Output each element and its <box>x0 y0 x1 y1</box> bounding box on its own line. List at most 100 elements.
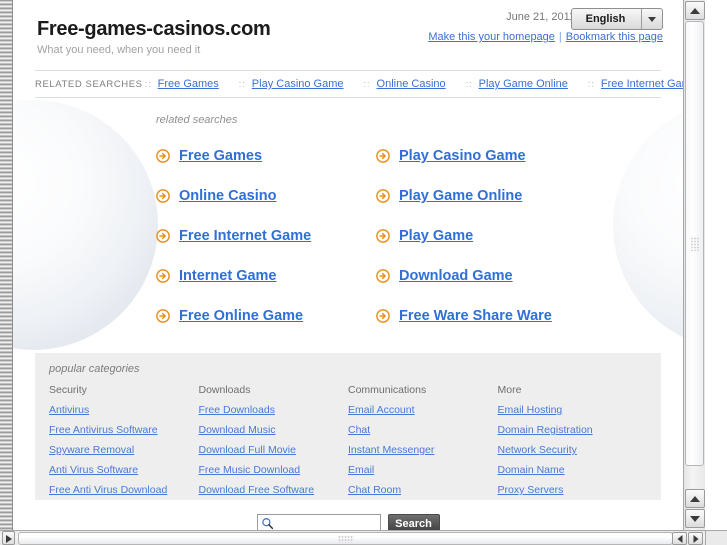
site-title: Free-games-casinos.com <box>37 18 271 40</box>
category-link[interactable]: Antivirus <box>49 404 199 416</box>
related-link-left-2[interactable]: Free Internet Game <box>179 228 311 244</box>
related-search-link-3[interactable]: Play Game Online <box>479 78 568 90</box>
header-links: Make this your homepage | Bookmark this pa… <box>428 31 663 43</box>
category-link[interactable]: Domain Registration <box>498 424 648 436</box>
language-select[interactable]: English <box>571 8 663 30</box>
category-link[interactable]: Network Security <box>498 444 648 456</box>
category-link[interactable]: Free Antivirus Software <box>49 424 199 436</box>
category-link[interactable]: Download Full Movie <box>199 444 349 456</box>
arrow-right-circle-icon <box>156 229 170 243</box>
scroll-up-button[interactable] <box>685 489 705 508</box>
browser-window: Free-games-casinos.com What you need, wh… <box>0 0 727 545</box>
main-links-section: related searches Free Games Online Casin… <box>13 108 683 353</box>
scrollbar-grip <box>337 535 354 542</box>
related-link-right-1[interactable]: Play Game Online <box>399 188 522 204</box>
related-link-row: Play Game <box>376 216 552 256</box>
scroll-up-button-top[interactable] <box>685 1 705 20</box>
category-link[interactable]: Email Account <box>348 404 498 416</box>
related-search-slot: :: Online Casino <box>362 78 450 90</box>
category-link[interactable]: Free Anti Virus Download <box>49 484 199 496</box>
vertical-scrollbar[interactable] <box>683 0 705 530</box>
make-homepage-link[interactable]: Make this your homepage <box>428 31 555 43</box>
scroll-left-button[interactable] <box>672 532 687 545</box>
separator-dots: :: <box>465 79 473 89</box>
related-link-left-0[interactable]: Free Games <box>179 148 262 164</box>
separator-dots: :: <box>363 79 371 89</box>
category-heading: Security <box>49 384 87 396</box>
category-column-security: Security Antivirus Free Antivirus Softwa… <box>49 384 199 504</box>
category-link[interactable]: Domain Name <box>498 464 648 476</box>
horizontal-scrollbar[interactable] <box>0 530 727 545</box>
category-link[interactable]: Download Music <box>199 424 349 436</box>
related-link-row: Free Games <box>156 136 311 176</box>
category-column-downloads: Downloads Free Downloads Download Music … <box>199 384 349 504</box>
category-link[interactable]: Free Downloads <box>199 404 349 416</box>
related-search-slot: :: Play Casino Game <box>237 78 348 90</box>
arrow-right-circle-icon <box>376 269 390 283</box>
related-link-left-3[interactable]: Internet Game <box>179 268 277 284</box>
web-page: Free-games-casinos.com What you need, wh… <box>13 0 683 530</box>
related-link-left-4[interactable]: Free Online Game <box>179 308 303 324</box>
arrow-right-circle-icon <box>156 149 170 163</box>
category-link[interactable]: Chat Room <box>348 484 498 496</box>
page-header: Free-games-casinos.com What you need, wh… <box>13 0 683 70</box>
related-link-right-3[interactable]: Download Game <box>399 268 513 284</box>
header-links-divider: | <box>558 31 562 43</box>
vertical-scroll-buttons[interactable] <box>685 489 705 528</box>
related-searches-heading: related searches <box>156 114 238 126</box>
related-search-link-2[interactable]: Online Casino <box>377 78 446 90</box>
arrow-right-circle-icon <box>376 149 390 163</box>
category-link[interactable]: Instant Messenger <box>348 444 498 456</box>
vertical-scrollbar-thumb[interactable] <box>685 21 704 466</box>
search-row: Search <box>13 514 683 530</box>
scroll-down-button[interactable] <box>685 509 705 528</box>
related-link-left-1[interactable]: Online Casino <box>179 188 277 204</box>
search-icon <box>261 517 274 530</box>
category-link[interactable]: Chat <box>348 424 498 436</box>
popular-categories-panel: popular categories Security Antivirus Fr… <box>35 353 661 500</box>
scroll-right-button[interactable] <box>688 532 703 545</box>
category-link[interactable]: Download Free Software <box>199 484 349 496</box>
related-link-row: Download Game <box>376 256 552 296</box>
category-link[interactable]: Email <box>348 464 498 476</box>
current-date: June 21, 2011 <box>506 11 575 23</box>
related-search-link-1[interactable]: Play Casino Game <box>252 78 344 90</box>
search-button[interactable]: Search <box>387 514 440 530</box>
category-link[interactable]: Anti Virus Software <box>49 464 199 476</box>
category-heading: More <box>497 384 522 396</box>
arrow-right-circle-icon <box>376 189 390 203</box>
related-link-row: Free Internet Game <box>156 216 311 256</box>
arrow-right-circle-icon <box>156 189 170 203</box>
separator-dots: :: <box>238 79 246 89</box>
arrow-right-circle-icon <box>376 309 390 323</box>
related-search-link-4[interactable]: Free Internet Game <box>601 78 683 90</box>
category-link[interactable]: Email Hosting <box>498 404 648 416</box>
search-input[interactable] <box>273 516 377 530</box>
popular-categories-heading: popular categories <box>49 363 140 375</box>
popular-categories-grid: Security Antivirus Free Antivirus Softwa… <box>49 384 647 504</box>
related-search-link-0[interactable]: Free Games <box>158 78 219 90</box>
category-link[interactable]: Free Music Download <box>199 464 349 476</box>
bookmark-page-link[interactable]: Bookmark this page <box>566 31 663 43</box>
category-link[interactable]: Proxy Servers <box>498 484 648 496</box>
related-searches-items: :: Free Games :: Play Casino Game :: Onl… <box>143 78 683 90</box>
category-column-communications: Communications Email Account Chat Instan… <box>348 384 498 504</box>
related-link-row: Play Game Online <box>376 176 552 216</box>
separator-dots: :: <box>144 79 152 89</box>
related-link-right-2[interactable]: Play Game <box>399 228 473 244</box>
category-link[interactable]: Spyware Removal <box>49 444 199 456</box>
related-link-right-0[interactable]: Play Casino Game <box>399 148 526 164</box>
horizontal-scrollbar-thumb[interactable] <box>18 532 673 545</box>
category-column-more: More Email Hosting Domain Registration N… <box>498 384 648 504</box>
window-resize-grip[interactable] <box>2 531 15 545</box>
search-box[interactable] <box>256 514 381 530</box>
related-searches-bar: RELATED SEARCHES :: Free Games :: Play C… <box>35 70 683 98</box>
related-search-slot: :: Free Games <box>143 78 223 90</box>
related-link-right-4[interactable]: Free Ware Share Ware <box>399 308 552 324</box>
related-links-column-right: Play Casino Game Play Game Online Play G… <box>376 136 552 336</box>
related-links-column-left: Free Games Online Casino Free Internet G… <box>156 136 311 336</box>
arrow-right-circle-icon <box>156 269 170 283</box>
category-heading: Downloads <box>198 384 251 396</box>
related-link-row: Online Casino <box>156 176 311 216</box>
arrow-right-circle-icon <box>156 309 170 323</box>
